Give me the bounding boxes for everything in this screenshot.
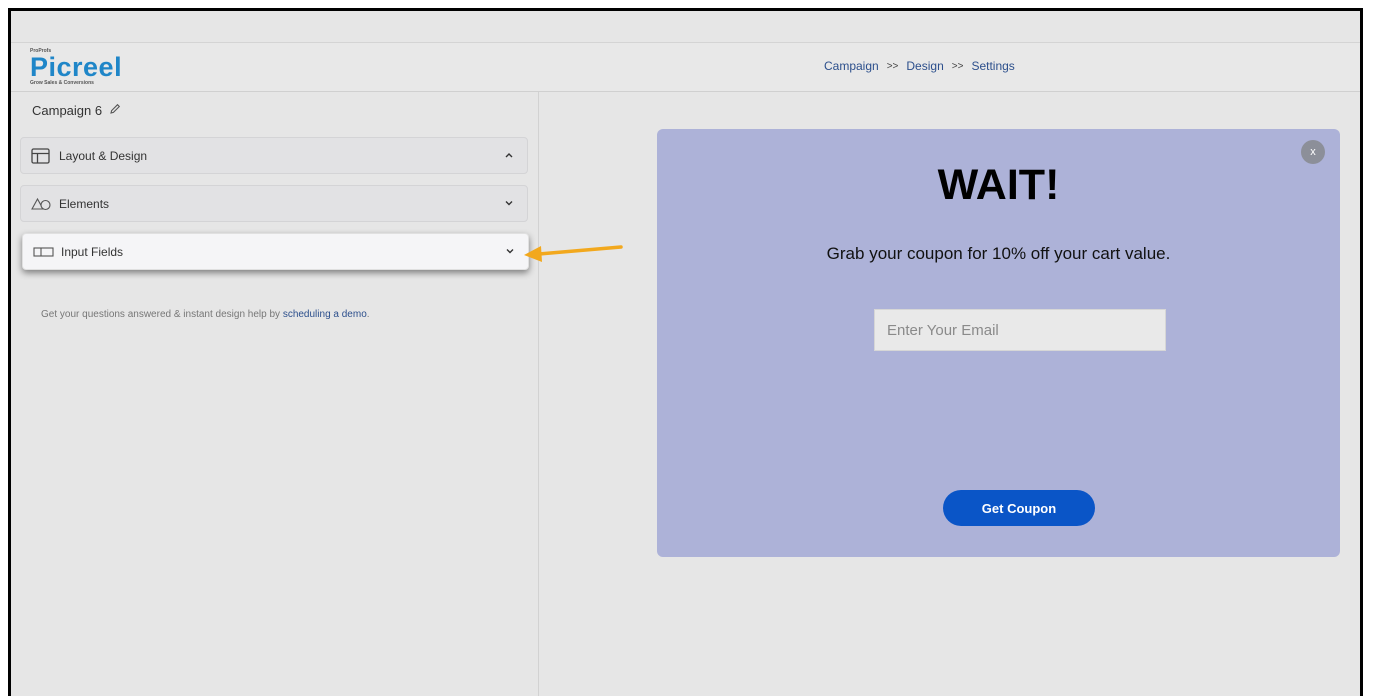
breadcrumb-separator: >>: [951, 60, 964, 72]
popup-subtext: Grab your coupon for 10% off your cart v…: [826, 244, 1171, 263]
schedule-demo-link[interactable]: scheduling a demo: [283, 309, 367, 320]
pointer-arrow-icon: [524, 245, 623, 262]
campaign-title: Campaign 6: [32, 103, 121, 118]
section-label: Input Fields: [61, 245, 124, 259]
breadcrumb-design[interactable]: Design: [906, 59, 943, 73]
popup-preview: x WAIT! Grab your coupon for 10% off you…: [657, 129, 1340, 557]
chevron-down-icon[interactable]: [503, 196, 515, 208]
breadcrumb: Campaign >> Design >> Settings: [824, 59, 1015, 73]
help-prefix: Get your questions answered & instant de…: [41, 309, 283, 320]
input-field-icon: [33, 244, 54, 260]
popup-headline: WAIT!: [937, 161, 1060, 209]
left-panel: Campaign 6 Layout & Design Elements Inpu…: [11, 92, 539, 696]
campaign-name: Campaign 6: [32, 103, 103, 118]
header-bar: ProProfs Picreel Grow Sales & Conversion…: [11, 43, 1360, 92]
section-label: Layout & Design: [59, 149, 148, 163]
chevron-down-icon[interactable]: [504, 244, 516, 256]
section-label: Elements: [59, 197, 110, 211]
breadcrumb-settings[interactable]: Settings: [971, 59, 1014, 73]
layout-icon: [31, 148, 51, 164]
breadcrumb-separator: >>: [886, 60, 899, 72]
shapes-icon: [31, 196, 51, 212]
breadcrumb-campaign[interactable]: Campaign: [824, 59, 879, 73]
app-window: ProProfs Picreel Grow Sales & Conversion…: [8, 8, 1363, 696]
section-input-fields[interactable]: Input Fields: [22, 233, 529, 270]
get-coupon-button[interactable]: Get Coupon: [943, 490, 1095, 526]
section-elements[interactable]: Elements: [20, 185, 528, 222]
help-text: Get your questions answered & instant de…: [41, 309, 370, 320]
email-field[interactable]: [874, 309, 1166, 351]
help-suffix: .: [366, 309, 370, 320]
logo-name: Picreel: [30, 52, 123, 82]
top-strip: [11, 11, 1360, 43]
section-layout-design[interactable]: Layout & Design: [20, 137, 528, 174]
chevron-up-icon[interactable]: [503, 148, 515, 160]
pencil-icon[interactable]: [109, 103, 121, 118]
picreel-logo[interactable]: ProProfs Picreel Grow Sales & Conversion…: [30, 48, 122, 86]
